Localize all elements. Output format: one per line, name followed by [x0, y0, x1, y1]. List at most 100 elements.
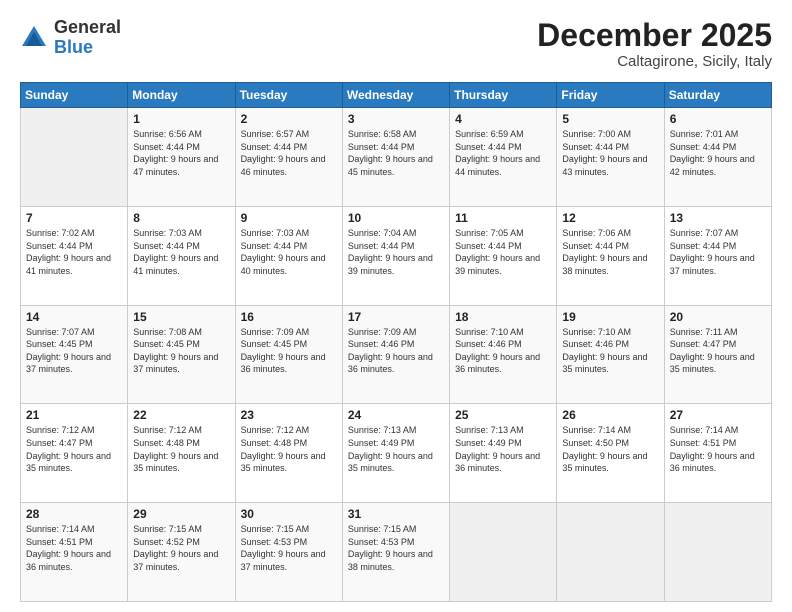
day-info: Sunrise: 7:13 AMSunset: 4:49 PMDaylight:…: [348, 424, 444, 474]
day-number: 8: [133, 211, 229, 225]
day-number: 31: [348, 507, 444, 521]
calendar-cell: 4 Sunrise: 6:59 AMSunset: 4:44 PMDaylight…: [450, 108, 557, 207]
day-number: 26: [562, 408, 658, 422]
day-info: Sunrise: 7:07 AMSunset: 4:44 PMDaylight:…: [670, 227, 766, 277]
day-number: 6: [670, 112, 766, 126]
calendar-cell: 20Sunrise: 7:11 AMSunset: 4:47 PMDayligh…: [664, 305, 771, 404]
day-info: Sunrise: 6:57 AMSunset: 4:44 PMDaylight:…: [241, 128, 337, 178]
day-number: 5: [562, 112, 658, 126]
calendar-body: 1 Sunrise: 6:56 AMSunset: 4:44 PMDaylight…: [21, 108, 772, 602]
day-number: 20: [670, 310, 766, 324]
day-header-saturday: Saturday: [664, 83, 771, 108]
day-info: Sunrise: 7:07 AMSunset: 4:45 PMDaylight:…: [26, 326, 122, 376]
day-info: Sunrise: 7:03 AMSunset: 4:44 PMDaylight:…: [241, 227, 337, 277]
day-info: Sunrise: 7:03 AMSunset: 4:44 PMDaylight:…: [133, 227, 229, 277]
day-number: 23: [241, 408, 337, 422]
calendar-cell: 7 Sunrise: 7:02 AMSunset: 4:44 PMDaylight…: [21, 206, 128, 305]
calendar-cell: 3Sunrise: 6:58 AMSunset: 4:44 PMDaylight…: [342, 108, 449, 207]
day-info: Sunrise: 6:56 AMSunset: 4:44 PMDaylight:…: [133, 128, 229, 178]
day-number: 27: [670, 408, 766, 422]
calendar-cell: 21 Sunrise: 7:12 AMSunset: 4:47 PMDayligh…: [21, 404, 128, 503]
calendar-cell: 31 Sunrise: 7:15 AMSunset: 4:53 PMDayligh…: [342, 503, 449, 602]
calendar-cell: 8 Sunrise: 7:03 AMSunset: 4:44 PMDaylight…: [128, 206, 235, 305]
calendar-cell: 17Sunrise: 7:09 AMSunset: 4:46 PMDayligh…: [342, 305, 449, 404]
logo-icon: [20, 24, 48, 52]
day-info: Sunrise: 7:15 AMSunset: 4:53 PMDaylight:…: [348, 523, 444, 573]
day-info: Sunrise: 7:14 AMSunset: 4:51 PMDaylight:…: [670, 424, 766, 474]
calendar-cell: 27 Sunrise: 7:14 AMSunset: 4:51 PMDayligh…: [664, 404, 771, 503]
calendar-cell: [664, 503, 771, 602]
day-number: 3: [348, 112, 444, 126]
day-number: 4: [455, 112, 551, 126]
day-number: 10: [348, 211, 444, 225]
day-info: Sunrise: 7:14 AMSunset: 4:51 PMDaylight:…: [26, 523, 122, 573]
calendar-cell: 22Sunrise: 7:12 AMSunset: 4:48 PMDayligh…: [128, 404, 235, 503]
day-number: 19: [562, 310, 658, 324]
day-info: Sunrise: 7:12 AMSunset: 4:47 PMDaylight:…: [26, 424, 122, 474]
calendar-cell: 29 Sunrise: 7:15 AMSunset: 4:52 PMDayligh…: [128, 503, 235, 602]
title-block: December 2025 Caltagirone, Sicily, Italy: [537, 18, 772, 70]
week-row-2: 14Sunrise: 7:07 AMSunset: 4:45 PMDayligh…: [21, 305, 772, 404]
day-number: 30: [241, 507, 337, 521]
day-number: 7: [26, 211, 122, 225]
calendar-header: SundayMondayTuesdayWednesdayThursdayFrid…: [21, 83, 772, 108]
calendar-cell: 15Sunrise: 7:08 AMSunset: 4:45 PMDayligh…: [128, 305, 235, 404]
day-number: 24: [348, 408, 444, 422]
day-info: Sunrise: 7:04 AMSunset: 4:44 PMDaylight:…: [348, 227, 444, 277]
day-header-sunday: Sunday: [21, 83, 128, 108]
day-header-friday: Friday: [557, 83, 664, 108]
day-header-tuesday: Tuesday: [235, 83, 342, 108]
day-number: 22: [133, 408, 229, 422]
day-number: 13: [670, 211, 766, 225]
calendar-cell: 1 Sunrise: 6:56 AMSunset: 4:44 PMDaylight…: [128, 108, 235, 207]
page: General Blue December 2025 Caltagirone, …: [0, 0, 792, 612]
day-number: 29: [133, 507, 229, 521]
month-title: December 2025: [537, 18, 772, 53]
calendar-cell: 6Sunrise: 7:01 AMSunset: 4:44 PMDaylight…: [664, 108, 771, 207]
calendar-cell: 5Sunrise: 7:00 AMSunset: 4:44 PMDaylight…: [557, 108, 664, 207]
calendar-cell: 18Sunrise: 7:10 AMSunset: 4:46 PMDayligh…: [450, 305, 557, 404]
day-header-thursday: Thursday: [450, 83, 557, 108]
calendar-cell: 26Sunrise: 7:14 AMSunset: 4:50 PMDayligh…: [557, 404, 664, 503]
day-number: 12: [562, 211, 658, 225]
calendar-cell: 24 Sunrise: 7:13 AMSunset: 4:49 PMDayligh…: [342, 404, 449, 503]
week-row-4: 28 Sunrise: 7:14 AMSunset: 4:51 PMDayligh…: [21, 503, 772, 602]
day-header-wednesday: Wednesday: [342, 83, 449, 108]
day-info: Sunrise: 7:15 AMSunset: 4:52 PMDaylight:…: [133, 523, 229, 573]
day-info: Sunrise: 7:06 AMSunset: 4:44 PMDaylight:…: [562, 227, 658, 277]
week-row-1: 7 Sunrise: 7:02 AMSunset: 4:44 PMDaylight…: [21, 206, 772, 305]
logo-blue: Blue: [54, 37, 93, 57]
calendar-cell: 30 Sunrise: 7:15 AMSunset: 4:53 PMDayligh…: [235, 503, 342, 602]
calendar-cell: 25Sunrise: 7:13 AMSunset: 4:49 PMDayligh…: [450, 404, 557, 503]
day-number: 2: [241, 112, 337, 126]
day-number: 15: [133, 310, 229, 324]
header-row: SundayMondayTuesdayWednesdayThursdayFrid…: [21, 83, 772, 108]
calendar-table: SundayMondayTuesdayWednesdayThursdayFrid…: [20, 82, 772, 602]
day-info: Sunrise: 7:15 AMSunset: 4:53 PMDaylight:…: [241, 523, 337, 573]
calendar-cell: 10 Sunrise: 7:04 AMSunset: 4:44 PMDayligh…: [342, 206, 449, 305]
day-info: Sunrise: 6:59 AMSunset: 4:44 PMDaylight:…: [455, 128, 551, 178]
day-header-monday: Monday: [128, 83, 235, 108]
day-number: 9: [241, 211, 337, 225]
calendar-cell: 11 Sunrise: 7:05 AMSunset: 4:44 PMDayligh…: [450, 206, 557, 305]
day-info: Sunrise: 7:02 AMSunset: 4:44 PMDaylight:…: [26, 227, 122, 277]
day-info: Sunrise: 7:12 AMSunset: 4:48 PMDaylight:…: [241, 424, 337, 474]
day-number: 18: [455, 310, 551, 324]
day-info: Sunrise: 7:05 AMSunset: 4:44 PMDaylight:…: [455, 227, 551, 277]
calendar-cell: [557, 503, 664, 602]
day-number: 21: [26, 408, 122, 422]
calendar-cell: 16Sunrise: 7:09 AMSunset: 4:45 PMDayligh…: [235, 305, 342, 404]
day-number: 1: [133, 112, 229, 126]
day-number: 28: [26, 507, 122, 521]
calendar-cell: 2 Sunrise: 6:57 AMSunset: 4:44 PMDaylight…: [235, 108, 342, 207]
header: General Blue December 2025 Caltagirone, …: [20, 18, 772, 70]
calendar-cell: 28 Sunrise: 7:14 AMSunset: 4:51 PMDayligh…: [21, 503, 128, 602]
calendar-cell: 23 Sunrise: 7:12 AMSunset: 4:48 PMDayligh…: [235, 404, 342, 503]
logo: General Blue: [20, 18, 121, 58]
day-number: 11: [455, 211, 551, 225]
day-info: Sunrise: 7:09 AMSunset: 4:45 PMDaylight:…: [241, 326, 337, 376]
day-number: 25: [455, 408, 551, 422]
logo-general: General: [54, 17, 121, 37]
calendar-cell: [450, 503, 557, 602]
calendar-cell: 12 Sunrise: 7:06 AMSunset: 4:44 PMDayligh…: [557, 206, 664, 305]
